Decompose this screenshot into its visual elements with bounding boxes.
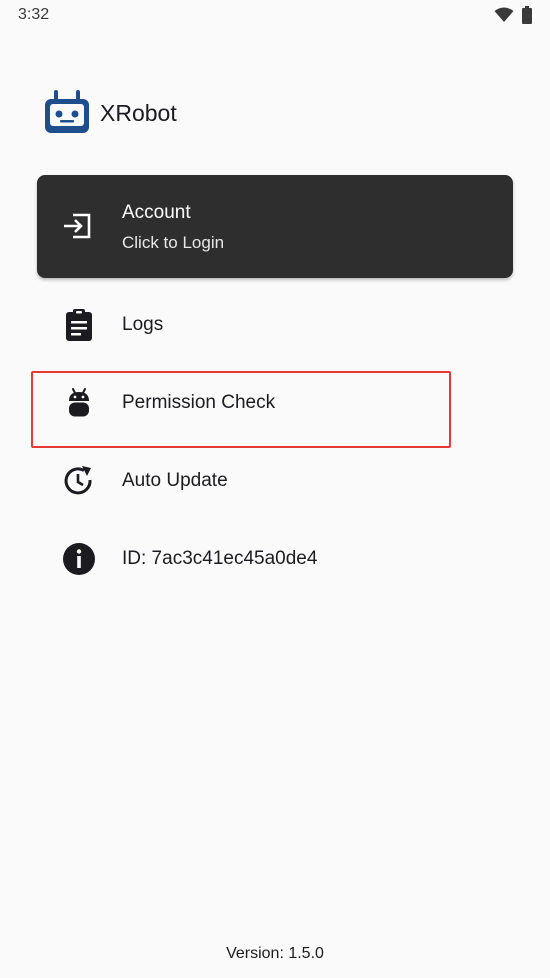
app-header: XRobot (42, 90, 177, 136)
android-icon (69, 388, 89, 417)
account-title: Account (122, 202, 191, 223)
info-icon (63, 543, 95, 575)
menu-item-label: Logs (122, 314, 164, 335)
menu-item-auto-update[interactable]: Auto Update (37, 451, 513, 511)
account-card[interactable]: Account Click to Login (37, 175, 513, 278)
update-icon (64, 466, 92, 495)
menu-item-label: Auto Update (122, 470, 228, 491)
menu-item-device-id[interactable]: ID: 7ac3c41ec45a0de4 (37, 529, 513, 589)
status-bar: 3:32 (0, 0, 550, 30)
login-icon (64, 213, 91, 239)
account-subtitle: Click to Login (122, 233, 225, 252)
version-text: Version: 1.5.0 (226, 945, 324, 962)
menu-item-permission-check[interactable]: Permission Check (37, 373, 513, 433)
clipboard-icon (66, 309, 92, 341)
wifi-icon (494, 7, 514, 22)
menu-item-label: ID: 7ac3c41ec45a0de4 (122, 548, 318, 569)
battery-icon (522, 6, 532, 24)
menu-item-logs[interactable]: Logs (37, 295, 513, 355)
status-time: 3:32 (18, 6, 50, 23)
robot-logo-icon (45, 90, 89, 133)
app-title: XRobot (100, 99, 177, 126)
status-icons (494, 6, 532, 24)
menu-item-label: Permission Check (122, 392, 276, 413)
